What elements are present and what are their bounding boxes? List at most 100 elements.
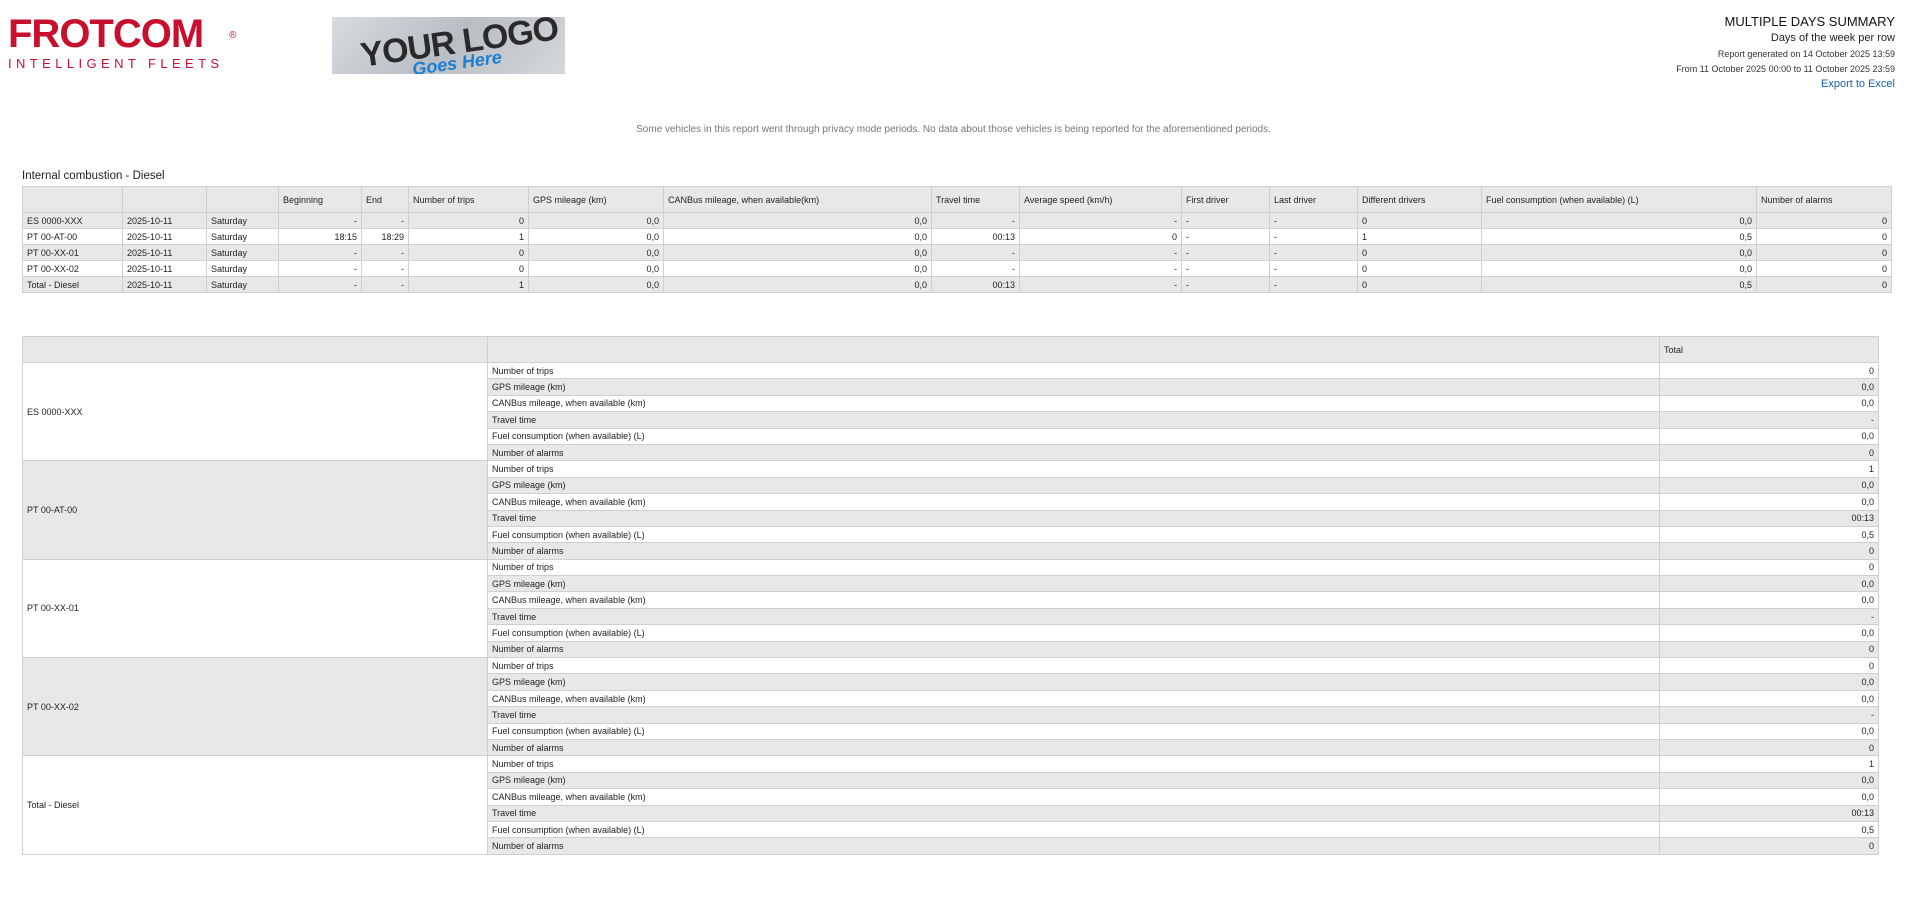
summary-cell: Saturday [206, 228, 279, 245]
report-subtitle: Days of the week per row [1770, 32, 1895, 44]
pivot-metric-label: Fuel consumption (when available) (L) [487, 624, 1660, 642]
pivot-metric-value: 0 [1659, 640, 1879, 659]
summary-cell: - [1181, 228, 1270, 245]
summary-body: ES 0000-XXX 2025-10-11 Saturday - -0 0,0 0,0- -… [22, 212, 1892, 293]
summary-cell: 0,0 [1481, 244, 1757, 261]
summary-header-cell: Number of alarms [1756, 186, 1892, 213]
summary-cell: 0 [1756, 260, 1892, 277]
summary-header-cell: Average speed (km/h) [1019, 186, 1182, 213]
summary-cell: 0 [408, 260, 529, 277]
report-title: MULTIPLE DAYS SUMMARY [1724, 14, 1895, 29]
pivot-metric-label: CANBus mileage, when available (km) [487, 788, 1660, 806]
pivot-metric-value: 0,0 [1659, 427, 1879, 445]
pivot-vehicle-name: PT 00-XX-01 [22, 558, 488, 659]
pivot-metric-label: Travel time [487, 706, 1660, 724]
pivot-header-blank [487, 336, 1660, 363]
summary-cell: 0 [1357, 212, 1482, 229]
summary-cell: - [1019, 260, 1182, 277]
summary-header-cell: CANBus mileage, when available(km) [663, 186, 932, 213]
summary-cell: 0,0 [663, 260, 932, 277]
summary-cell: Saturday [206, 276, 279, 293]
pivot-metric-label: Travel time [487, 411, 1660, 429]
summary-cell: 1 [408, 228, 529, 245]
summary-cell: Total - Diesel [22, 276, 123, 293]
summary-cell: - [1269, 244, 1358, 261]
pivot-vehicle-name: PT 00-XX-02 [22, 657, 488, 757]
pivot-metric-label: Number of trips [487, 460, 1660, 478]
pivot-row: PT 00-XX-01 Number of trips 0 [22, 558, 1879, 659]
summary-cell: 0,5 [1481, 276, 1757, 293]
pivot-metric-value: 1 [1659, 755, 1879, 773]
summary-cell: PT 00-XX-02 [22, 260, 123, 277]
summary-header-cell: Beginning [278, 186, 362, 213]
pivot-metric-value: 0 [1659, 558, 1879, 577]
summary-cell: PT 00-AT-00 [22, 228, 123, 245]
summary-cell: - [1181, 276, 1270, 293]
pivot-metric-label: Fuel consumption (when available) (L) [487, 427, 1660, 445]
pivot-vehicle-name: PT 00-AT-00 [22, 460, 488, 560]
summary-cell: - [1181, 212, 1270, 229]
summary-cell: 0,0 [528, 212, 664, 229]
pivot-row: PT 00-XX-02 Number of trips 0 [22, 657, 1879, 757]
pivot-metric-value: 0,0 [1659, 788, 1879, 806]
summary-row: PT 00-XX-02 2025-10-11 Saturday - -0 0,0 0,0- -… [22, 260, 1892, 277]
pivot-metric-value: 1 [1659, 460, 1879, 478]
summary-cell: 00:13 [931, 276, 1020, 293]
summary-cell: 18:15 [278, 228, 362, 245]
summary-cell: 0,0 [528, 244, 664, 261]
pivot-metric-label: GPS mileage (km) [487, 476, 1660, 495]
pivot-metric-value: 0 [1659, 738, 1879, 757]
pivot-metric-value: 0,0 [1659, 624, 1879, 642]
pivot-metric-label: Number of trips [487, 657, 1660, 675]
summary-cell: - [361, 212, 409, 229]
pivot-metric-value: 0,0 [1659, 771, 1879, 790]
pivot-metric-label: CANBus mileage, when available (km) [487, 493, 1660, 511]
pivot-vehicle-name: ES 0000-XXX [22, 361, 488, 462]
summary-cell: 0 [1756, 212, 1892, 229]
summary-cell: - [1181, 244, 1270, 261]
pivot-metric-label: Fuel consumption (when available) (L) [487, 722, 1660, 740]
summary-header-cell: First driver [1181, 186, 1270, 213]
summary-cell: 0,0 [528, 276, 664, 293]
summary-cell: - [278, 244, 362, 261]
summary-cell: 0,0 [663, 212, 932, 229]
pivot-metric-value: 0,0 [1659, 575, 1879, 593]
summary-header-cell: Number of trips [408, 186, 529, 213]
pivot-metric-label: GPS mileage (km) [487, 378, 1660, 396]
summary-cell: - [1269, 276, 1358, 293]
pivot-metric-value: 0,0 [1659, 476, 1879, 495]
summary-cell: 00:13 [931, 228, 1020, 245]
summary-header-cell: Last driver [1269, 186, 1358, 213]
summary-cell: 0 [408, 244, 529, 261]
pivot-row: ES 0000-XXX Number of trips 0 [22, 361, 1879, 462]
brand-tagline: INTELLIGENT FLEETS [8, 56, 224, 71]
pivot-metric-value: 0,5 [1659, 525, 1879, 544]
summary-cell: 18:29 [361, 228, 409, 245]
section-title: Internal combustion - Diesel [22, 170, 165, 182]
summary-cell: 2025-10-11 [122, 228, 207, 245]
summary-cell: - [278, 212, 362, 229]
pivot-metric-value: 00:13 [1659, 509, 1879, 527]
summary-cell: Saturday [206, 212, 279, 229]
export-excel-link[interactable]: Export to Excel [1676, 77, 1895, 92]
pivot-row: PT 00-AT-00 Number of trips 1 [22, 460, 1879, 560]
summary-table: Beginning End Number of trips GPS mileage (… [22, 186, 1892, 293]
pivot-metric-value: 0 [1659, 837, 1879, 855]
frotcom-logo: FROTCOM ® INTELLIGENT FLEETS [8, 12, 237, 71]
summary-header-cell: GPS mileage (km) [528, 186, 664, 213]
registered-mark: ® [229, 30, 236, 41]
summary-cell: 2025-10-11 [122, 244, 207, 261]
summary-cell: 0 [1357, 244, 1482, 261]
summary-row: Total - Diesel 2025-10-11 Saturday - -1 0,0 0,… [22, 276, 1892, 293]
pivot-metric-label: Number of alarms [487, 640, 1660, 659]
summary-cell: 0,0 [663, 228, 932, 245]
summary-cell: 0 [408, 212, 529, 229]
pivot-row: Total - Diesel Number of trips 1 [22, 755, 1879, 855]
brand-name: FROTCOM [8, 12, 204, 56]
summary-cell: 2025-10-11 [122, 276, 207, 293]
summary-cell: 0 [1756, 276, 1892, 293]
summary-cell: - [361, 276, 409, 293]
pivot-metric-label: Number of trips [487, 361, 1660, 380]
pivot-metric-label: Number of trips [487, 755, 1660, 773]
summary-cell: - [1019, 276, 1182, 293]
